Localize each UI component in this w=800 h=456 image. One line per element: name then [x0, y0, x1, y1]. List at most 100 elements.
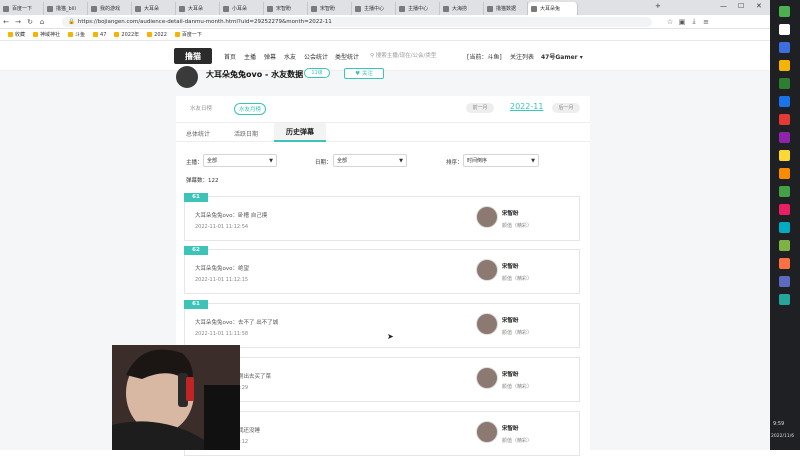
nav-danmu[interactable]: 弹幕: [264, 52, 276, 61]
user-name[interactable]: 宋智盼: [502, 370, 519, 378]
site-logo[interactable]: 撸猫: [174, 48, 212, 64]
home-icon[interactable]: ⌂: [36, 18, 48, 26]
date-filter-select[interactable]: 全部 ▼: [333, 154, 407, 167]
back-icon[interactable]: ←: [0, 18, 12, 26]
app-icon[interactable]: [779, 78, 790, 89]
lock-icon: 🔒: [68, 18, 75, 25]
browser-tab[interactable]: 百度一下: [0, 2, 44, 15]
browser-tab[interactable]: 小耳朵: [220, 2, 264, 15]
user-avatar[interactable]: [476, 367, 498, 389]
browser-tab[interactable]: 主播中心: [352, 2, 396, 15]
forward-icon[interactable]: →: [12, 18, 24, 26]
browser-tab[interactable]: 宋智盼: [264, 2, 308, 15]
maximize-icon[interactable]: ☐: [738, 2, 744, 10]
bookmarks-bar: 收藏 神域神社 斗鱼 47 2022年 2022 百度一下: [0, 29, 770, 41]
extension-icon[interactable]: ▣: [676, 18, 688, 26]
app-icon[interactable]: [779, 24, 790, 35]
browser-tab[interactable]: 大耳朵: [132, 2, 176, 15]
danmu-count: 弹幕数：122: [186, 178, 219, 184]
browser-tab[interactable]: 大海捞: [440, 2, 484, 15]
nav-fans[interactable]: 水友: [284, 52, 296, 61]
app-icon[interactable]: [779, 132, 790, 143]
browser-tab[interactable]: 撸猫数据: [484, 2, 528, 15]
app-icon[interactable]: [779, 6, 790, 17]
app-icon[interactable]: [779, 186, 790, 197]
fan-level-badge: 61: [184, 300, 208, 309]
current-month-link[interactable]: 2022-11: [510, 102, 543, 111]
app-icon[interactable]: [779, 114, 790, 125]
app-icon[interactable]: [779, 258, 790, 269]
search-input[interactable]: ⚲ 搜索主播/现在/公会/类型: [370, 51, 436, 59]
bookmark-item[interactable]: 百度一下: [174, 31, 202, 38]
app-icon[interactable]: [779, 276, 790, 287]
browser-tab[interactable]: 大耳朵: [176, 2, 220, 15]
tab-daily-rank[interactable]: 水友日榜: [186, 103, 216, 113]
app-icon[interactable]: [779, 240, 790, 251]
danmu-item: 大耳朵兔兔ovo：我还没睡 2022-11-01 11:11:12 宋智盼 颜值…: [184, 411, 580, 456]
prev-month-button[interactable]: 前一月: [466, 103, 494, 113]
danmu-item: 61 大耳朵兔兔ovo：去不了 出不了城 2022-11-01 11:11:58…: [184, 300, 580, 348]
app-icon[interactable]: [779, 222, 790, 233]
bookmark-item[interactable]: 2022: [147, 32, 167, 38]
streamer-filter-select[interactable]: 全部 ▼: [203, 154, 277, 167]
bookmark-item[interactable]: 斗鱼: [68, 31, 85, 38]
reload-icon[interactable]: ↻: [24, 18, 36, 26]
tab-overall-stats[interactable]: 总体统计: [186, 129, 210, 138]
streamer-avatar: [176, 66, 198, 88]
folder-icon: [114, 32, 120, 37]
download-icon[interactable]: ⤓: [688, 17, 700, 26]
app-icon[interactable]: [779, 96, 790, 107]
star-icon[interactable]: ☆: [664, 18, 676, 26]
nav-streamers[interactable]: 主播: [244, 52, 256, 61]
user-avatar[interactable]: [476, 206, 498, 228]
app-icon[interactable]: [779, 204, 790, 215]
clock-date: 2022/11/6: [771, 434, 795, 439]
close-icon[interactable]: ✕: [756, 2, 762, 10]
new-tab-icon[interactable]: +: [655, 2, 661, 10]
tab-favicon: [47, 5, 53, 12]
site-header: 撸猫 首页 主播 弹幕 水友 公会统计 类型统计 ⚲ 搜索主播/现在/公会/类型…: [0, 41, 770, 71]
tab-favicon: [355, 5, 361, 12]
user-name[interactable]: 宋智盼: [502, 209, 519, 217]
nav-home[interactable]: 首页: [224, 52, 236, 61]
browser-tab-bar: 百度一下 撸猫_bili 我的游戏 大耳朵 大耳朵 小耳朵 宋智盼 宋智盼 主播…: [0, 0, 770, 15]
app-icon[interactable]: [779, 150, 790, 161]
webcam-overlay: [112, 345, 240, 450]
follow-list-link[interactable]: 关注列表: [510, 52, 534, 61]
browser-tab-active[interactable]: 大耳朵兔: [528, 2, 578, 15]
user-name[interactable]: 宋智盼: [502, 316, 519, 324]
folder-icon: [68, 32, 74, 37]
user-avatar[interactable]: [476, 421, 498, 443]
platform-indicator[interactable]: [当前：斗鱼]: [467, 52, 502, 61]
user-avatar[interactable]: [476, 259, 498, 281]
tab-history-danmu[interactable]: 历史弹幕: [274, 123, 326, 142]
browser-tab[interactable]: 撸猫_bili: [44, 2, 88, 15]
bookmark-item[interactable]: 47: [93, 32, 106, 38]
tab-favicon: [399, 5, 405, 12]
user-category: 颜值（精彩）: [502, 276, 533, 282]
minimize-icon[interactable]: —: [720, 2, 727, 10]
nav-guild-stats[interactable]: 公会统计: [304, 52, 328, 61]
user-name[interactable]: 宋智盼: [502, 262, 519, 270]
browser-tab[interactable]: 宋智盼: [308, 2, 352, 15]
app-icon[interactable]: [779, 42, 790, 53]
bookmark-item[interactable]: 收藏: [8, 31, 25, 38]
url-field[interactable]: 🔒 https://bojiangen.com/audience-detail-d…: [62, 16, 652, 27]
tab-monthly-rank[interactable]: 水友月榜: [234, 103, 267, 115]
browser-tab[interactable]: 主播中心: [396, 2, 440, 15]
nav-type-stats[interactable]: 类型统计: [335, 52, 359, 61]
tab-active-dates[interactable]: 活跃日期: [234, 129, 258, 138]
browser-tab[interactable]: 我的游戏: [88, 2, 132, 15]
user-name[interactable]: 宋智盼: [502, 424, 519, 432]
user-avatar[interactable]: [476, 313, 498, 335]
bookmark-item[interactable]: 2022年: [114, 31, 139, 38]
menu-icon[interactable]: ≡: [700, 18, 712, 26]
bookmark-item[interactable]: 神域神社: [33, 31, 60, 38]
app-icon[interactable]: [779, 294, 790, 305]
sort-select[interactable]: 时间倒序 ▼: [463, 154, 539, 167]
app-icon[interactable]: [779, 168, 790, 179]
next-month-button[interactable]: 后一月: [552, 103, 580, 113]
user-menu[interactable]: 47号Gamer ▾: [541, 52, 583, 61]
folder-icon[interactable]: [779, 60, 790, 71]
follow-button[interactable]: ♥ 关注: [344, 68, 384, 79]
